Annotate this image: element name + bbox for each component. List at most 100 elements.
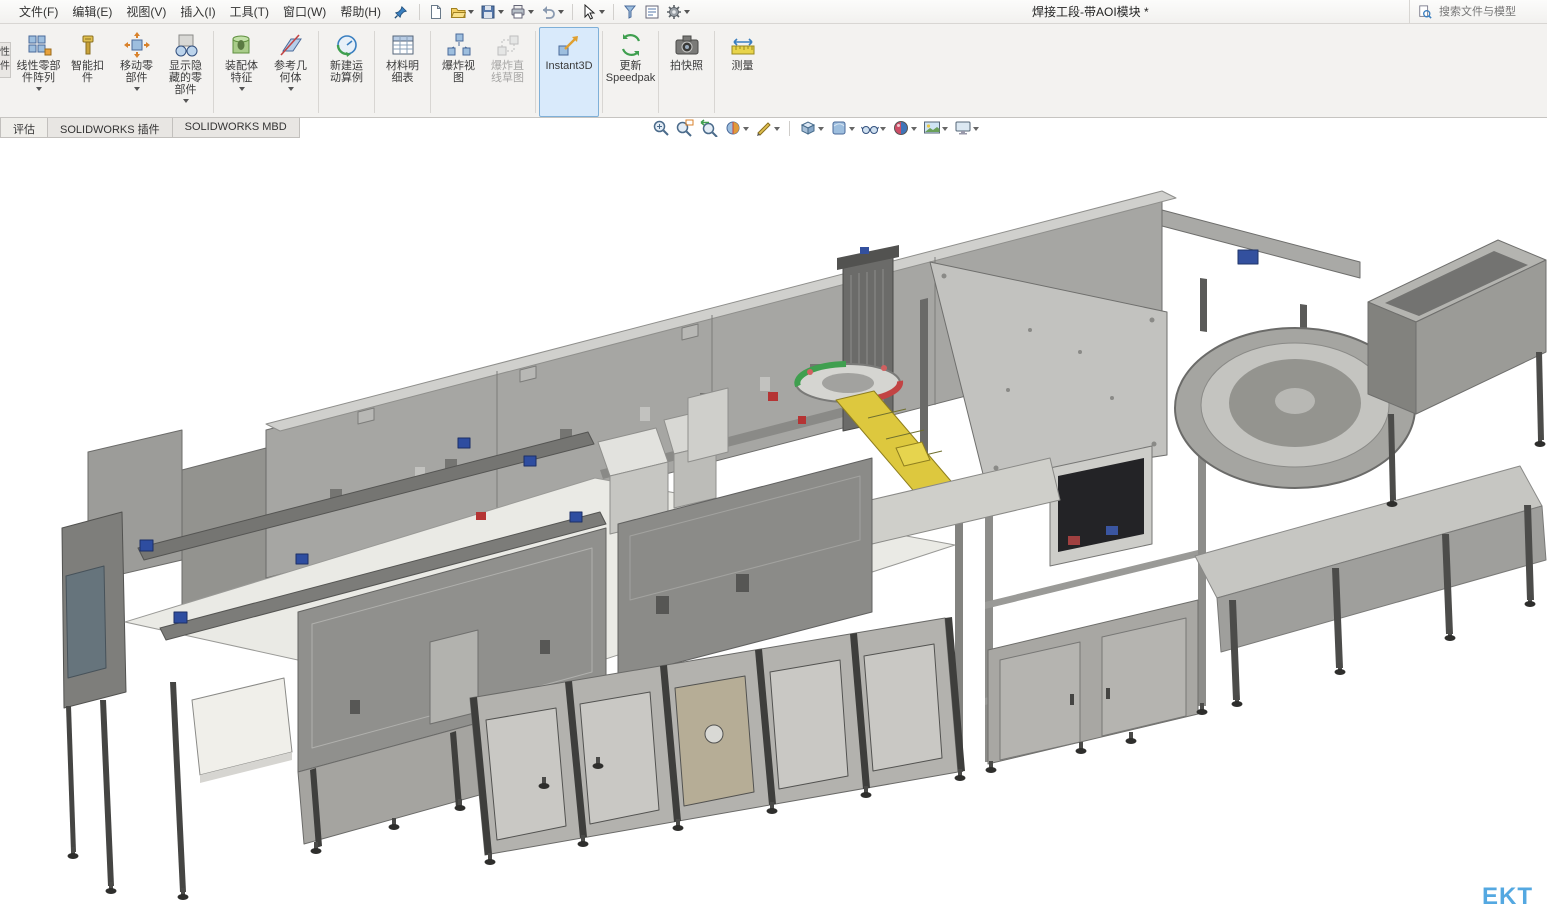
search-box[interactable] bbox=[1409, 0, 1545, 23]
open-button[interactable] bbox=[447, 3, 477, 21]
explode-line-sketch-icon bbox=[495, 32, 521, 58]
ribbon-separator bbox=[374, 31, 375, 113]
label: 显示隐 bbox=[169, 60, 202, 72]
snapshot-camera-icon bbox=[674, 32, 700, 58]
label: 动算例 bbox=[330, 72, 363, 84]
motion-study-icon bbox=[334, 32, 360, 58]
menu-tools[interactable]: 工具(T) bbox=[223, 0, 276, 23]
dropdown-caret bbox=[973, 127, 979, 134]
command-tab-row: 评估 SOLIDWORKS 插件 SOLIDWORKS MBD bbox=[0, 118, 1547, 138]
selection-filter-button[interactable] bbox=[619, 3, 641, 21]
menu-edit[interactable]: 编辑(E) bbox=[65, 0, 119, 23]
toolbar-separator bbox=[419, 4, 420, 20]
dropdown-caret bbox=[239, 87, 245, 94]
annotation-view-button[interactable] bbox=[755, 119, 780, 137]
tab-evaluate[interactable]: 评估 bbox=[0, 118, 48, 137]
zoom-to-fit-button[interactable] bbox=[652, 119, 670, 137]
dropdown-caret bbox=[743, 127, 749, 134]
hide-show-items-button[interactable] bbox=[861, 119, 886, 137]
ribbon-button-new-motion-study[interactable]: 新建运 动算例 bbox=[322, 27, 371, 117]
toolbar-separator bbox=[613, 4, 614, 20]
apply-scene-button[interactable] bbox=[923, 119, 948, 137]
menu-window[interactable]: 窗口(W) bbox=[276, 0, 333, 23]
print-button[interactable] bbox=[507, 3, 537, 21]
label: 部件 bbox=[175, 84, 197, 96]
ribbon-button-exploded-view[interactable]: 爆炸视 图 bbox=[434, 27, 483, 117]
save-icon bbox=[480, 4, 496, 20]
ribbon-button-bill-of-materials[interactable]: 材料明 细表 bbox=[378, 27, 427, 117]
label: 装配体 bbox=[225, 60, 258, 72]
dropdown-caret bbox=[599, 10, 605, 17]
label: 件阵列 bbox=[22, 72, 55, 84]
dropdown-caret bbox=[288, 87, 294, 94]
save-button[interactable] bbox=[477, 3, 507, 21]
ribbon-button-reference-geometry[interactable]: 参考几 何体 bbox=[266, 27, 315, 117]
menu-insert[interactable]: 插入(I) bbox=[173, 0, 222, 23]
ribbon-button-smart-fasteners[interactable]: 智能扣 件 bbox=[63, 27, 112, 117]
options-button[interactable] bbox=[663, 3, 693, 21]
show-hidden-components-icon bbox=[173, 32, 199, 58]
display-style-button[interactable] bbox=[830, 119, 855, 137]
linear-pattern-icon bbox=[26, 32, 52, 58]
section-view-icon bbox=[724, 119, 742, 137]
display-style-icon bbox=[830, 119, 848, 137]
edit-appearance-icon bbox=[892, 119, 910, 137]
label: 智能扣 bbox=[71, 60, 104, 72]
zoom-to-fit-icon bbox=[652, 119, 670, 137]
dropdown-caret bbox=[498, 10, 504, 17]
label: 测量 bbox=[732, 60, 754, 72]
instant3d-icon bbox=[556, 32, 582, 58]
dropdown-caret bbox=[183, 99, 189, 106]
ribbon-button-update-speedpak[interactable]: 更新 Speedpak bbox=[606, 27, 655, 117]
ribbon-separator bbox=[714, 31, 715, 113]
label: 拍快照 bbox=[670, 60, 703, 72]
menu-view[interactable]: 视图(V) bbox=[119, 0, 173, 23]
ribbon-separator bbox=[602, 31, 603, 113]
ribbon-button-instant3d[interactable]: Instant3D bbox=[539, 27, 599, 117]
document-title: 焊接工段-带AOI模块 * bbox=[1032, 0, 1149, 24]
open-icon bbox=[450, 4, 466, 20]
dropdown-caret bbox=[134, 87, 140, 94]
label: 更新 bbox=[620, 60, 642, 72]
ribbon-button-linear-component-pattern[interactable]: 线性零部 件阵列 bbox=[14, 27, 63, 117]
dropdown-caret bbox=[911, 127, 917, 134]
tab-solidworks-addins[interactable]: SOLIDWORKS 插件 bbox=[48, 118, 173, 137]
collapsed-panel-tab[interactable]: 性 件 bbox=[0, 42, 11, 78]
ribbon-separator bbox=[658, 31, 659, 113]
menu-file[interactable]: 文件(F) bbox=[12, 0, 65, 23]
ribbon-button-explode-line-sketch: 爆炸直 线草图 bbox=[483, 27, 532, 117]
smart-fastener-icon bbox=[75, 32, 101, 58]
ribbon-button-move-component[interactable]: 移动零 部件 bbox=[112, 27, 161, 117]
new-document-button[interactable] bbox=[425, 3, 447, 21]
select-button[interactable] bbox=[578, 3, 608, 21]
section-view-button[interactable] bbox=[724, 119, 749, 137]
dropdown-caret bbox=[684, 10, 690, 17]
task-pane-button[interactable] bbox=[641, 3, 663, 21]
graphics-area[interactable]: EKT bbox=[0, 138, 1547, 919]
undo-button[interactable] bbox=[537, 3, 567, 21]
search-input[interactable] bbox=[1437, 5, 1537, 19]
label: 何体 bbox=[280, 72, 302, 84]
label: 参考几 bbox=[274, 60, 307, 72]
menu-help[interactable]: 帮助(H) bbox=[333, 0, 388, 23]
label: 件 bbox=[0, 60, 10, 74]
tab-solidworks-mbd[interactable]: SOLIDWORKS MBD bbox=[173, 118, 300, 137]
label: 细表 bbox=[392, 72, 414, 84]
previous-view-button[interactable] bbox=[700, 119, 718, 137]
assembly-features-icon bbox=[229, 32, 255, 58]
edit-appearance-button[interactable] bbox=[892, 119, 917, 137]
label: Speedpak bbox=[606, 72, 656, 84]
toolbar-separator bbox=[572, 4, 573, 20]
zoom-to-area-button[interactable] bbox=[676, 119, 694, 137]
ribbon-button-show-hidden-components[interactable]: 显示隐 藏的零 部件 bbox=[161, 27, 210, 117]
pushpin-icon[interactable] bbox=[394, 5, 408, 19]
label: 线性零部 bbox=[17, 60, 61, 72]
view-orientation-icon bbox=[799, 119, 817, 137]
view-orientation-button[interactable] bbox=[799, 119, 824, 137]
assembly-model-3d[interactable] bbox=[0, 138, 1547, 919]
label: 件 bbox=[82, 72, 93, 84]
ribbon-button-assembly-features[interactable]: 装配体 特征 bbox=[217, 27, 266, 117]
ribbon-button-measure[interactable]: 测量 bbox=[718, 27, 767, 117]
view-settings-button[interactable] bbox=[954, 119, 979, 137]
ribbon-button-take-snapshot[interactable]: 拍快照 bbox=[662, 27, 711, 117]
